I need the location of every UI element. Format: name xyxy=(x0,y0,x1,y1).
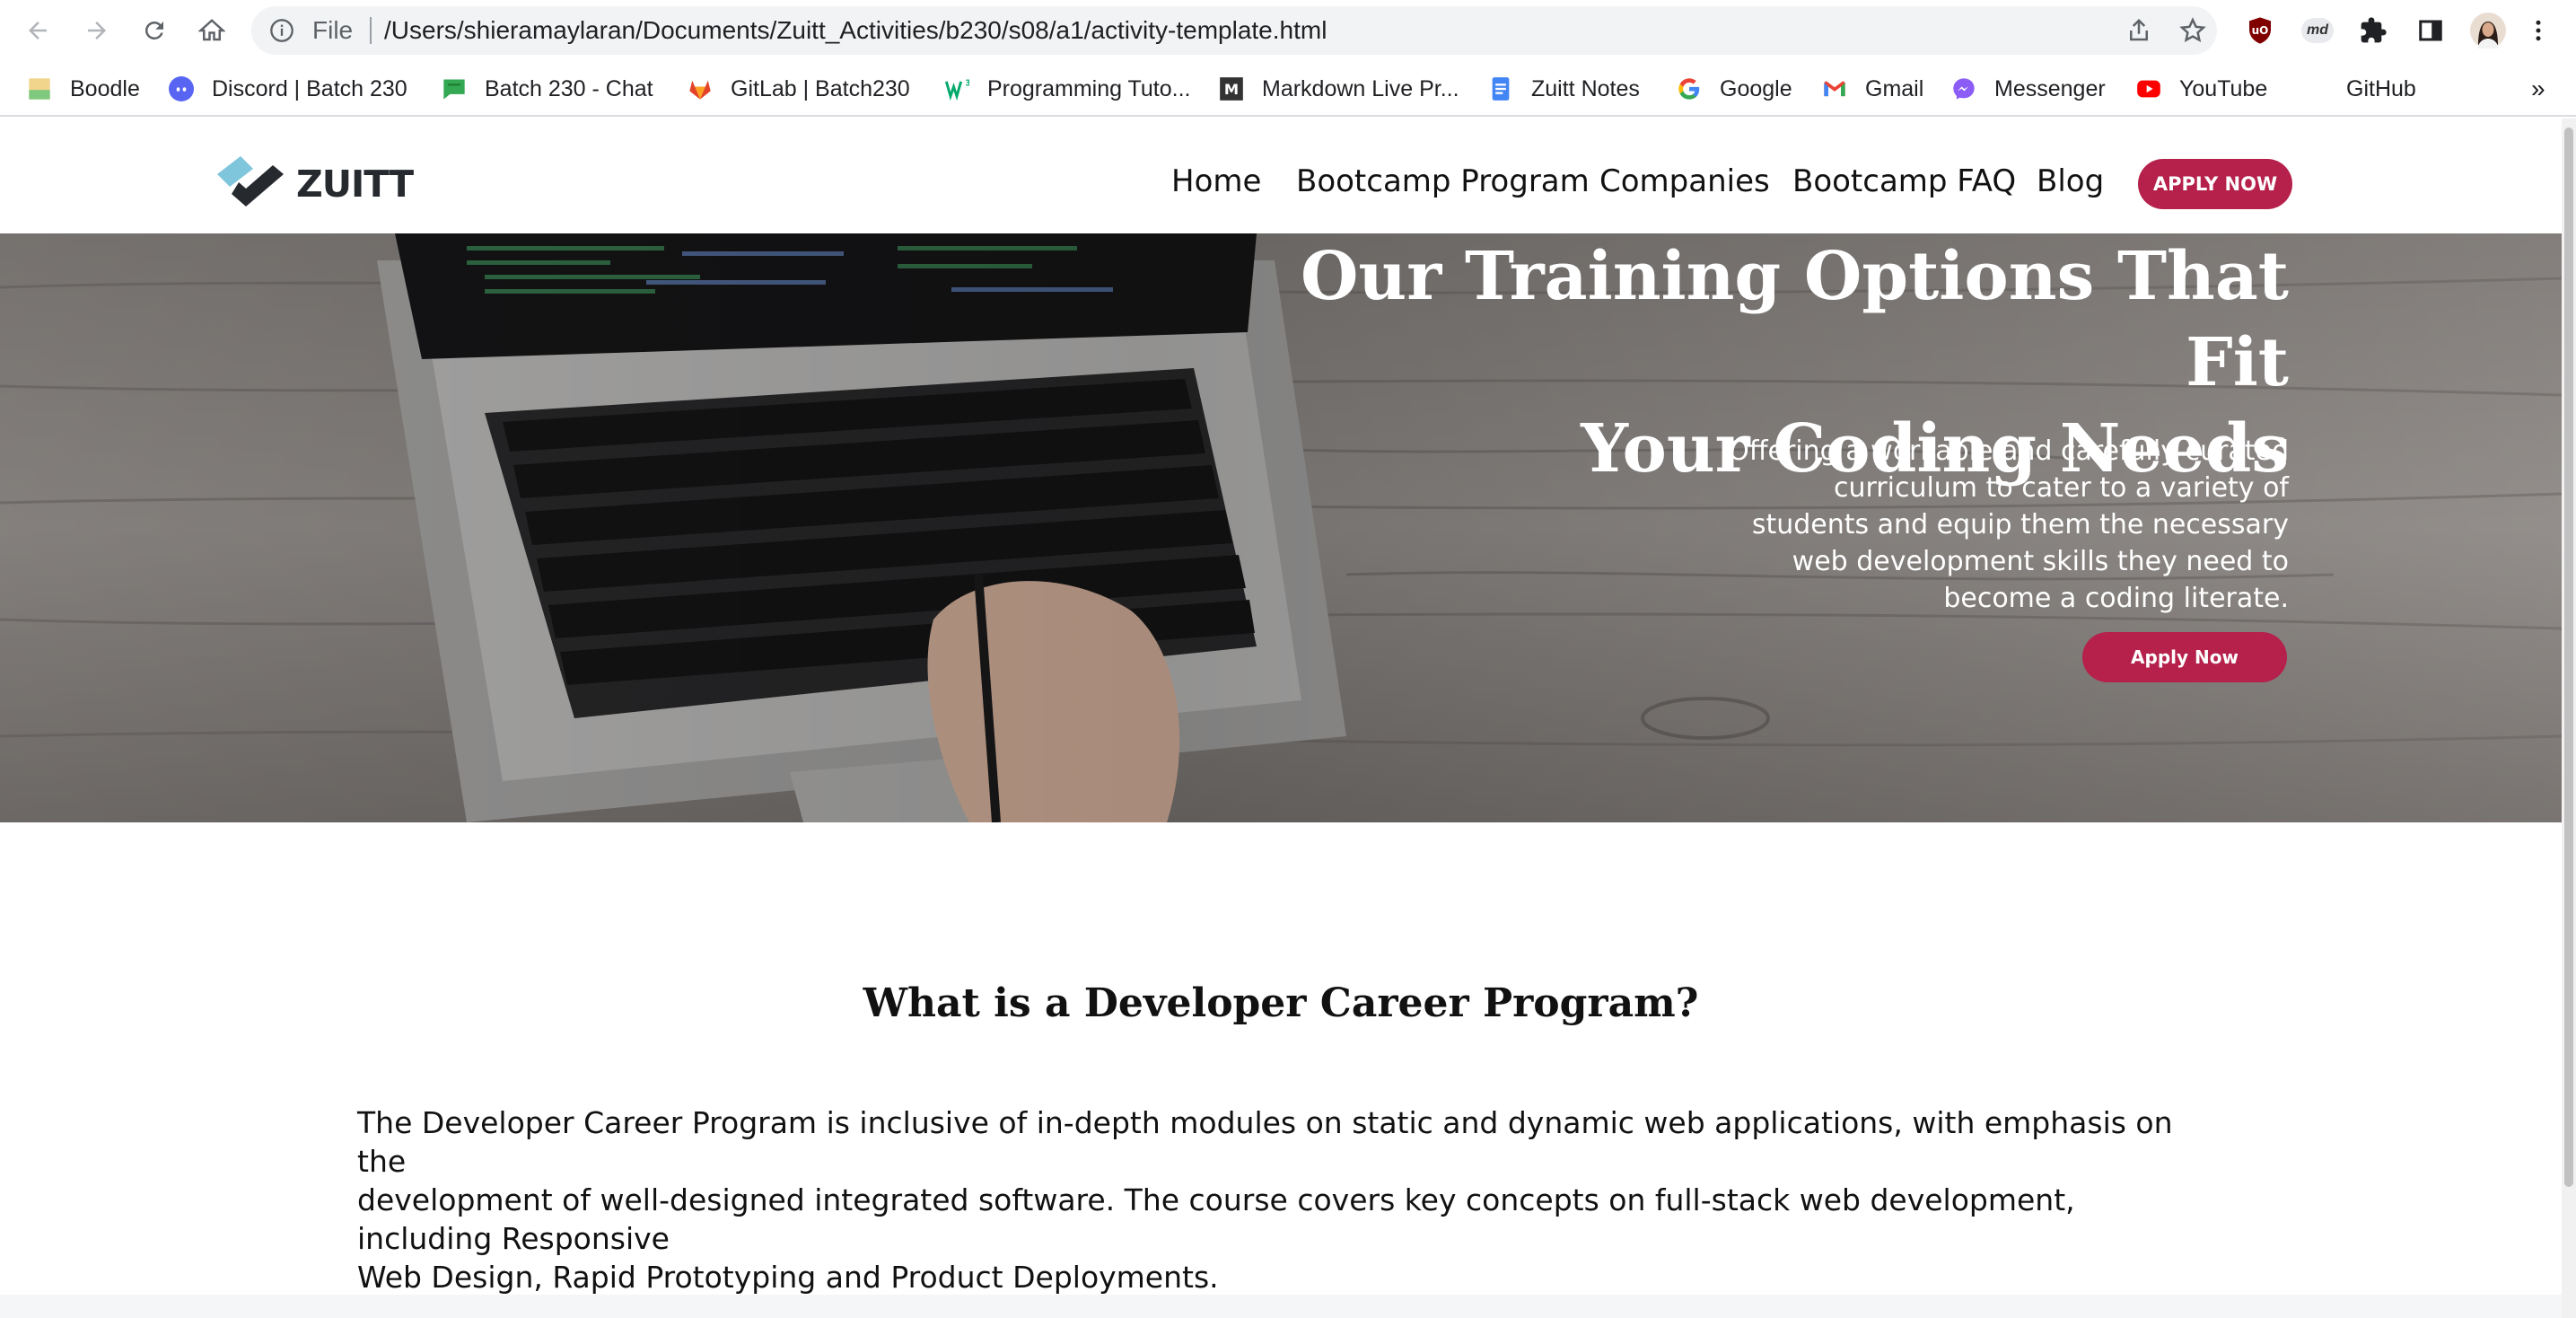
google-icon xyxy=(1678,78,1700,100)
zuitt-logo[interactable]: ZUITT xyxy=(214,154,414,214)
ublock-icon: uO xyxy=(2249,17,2271,44)
md-icon: md xyxy=(2301,18,2334,43)
svg-text:uO: uO xyxy=(2252,24,2269,37)
bookmark-label: Gmail xyxy=(1865,75,1924,101)
home-icon xyxy=(198,19,225,41)
markdown-icon: M xyxy=(1220,77,1243,101)
reload-button[interactable] xyxy=(136,13,172,48)
bookmark-label: Boodle xyxy=(70,75,140,101)
share-icon[interactable] xyxy=(2125,17,2152,44)
bookmark-label: GitHub xyxy=(2346,75,2416,101)
bookmarks-bar: Boodle Discord | Batch 230 Batch 230 - C… xyxy=(0,61,2576,117)
bookmark-label: Messenger xyxy=(1994,75,2106,101)
nav-bootcamp-faq[interactable]: Bootcamp FAQ xyxy=(1792,119,2016,244)
arrow-right-icon xyxy=(88,22,106,40)
home-button[interactable] xyxy=(194,13,230,48)
next-section-edge xyxy=(0,1295,2562,1318)
section-title: What is a Developer Career Program? xyxy=(863,980,1699,1026)
bookmark-label: Google xyxy=(1720,75,1792,101)
url-text[interactable]: /Users/shieramaylaran/Documents/Zuitt_Ac… xyxy=(384,6,1327,55)
avatar xyxy=(2470,13,2506,48)
section-body: The Developer Career Program is inclusiv… xyxy=(357,1105,2173,1295)
boodle-icon xyxy=(29,78,50,100)
gitlab-icon xyxy=(689,80,711,100)
page-viewport: ZUITT Home Bootcamp Program Companies Bo… xyxy=(0,119,2562,1318)
github-icon xyxy=(2303,76,2328,101)
nav-blog[interactable]: Blog xyxy=(2037,119,2104,244)
bookmark-youtube[interactable]: YouTube xyxy=(2136,61,2267,117)
bookmarks-overflow-button[interactable]: » xyxy=(2531,61,2545,117)
bookmark-label: Programming Tuto... xyxy=(987,75,1191,101)
hero-description: Offering a workable and carefully curate… xyxy=(1728,435,2289,614)
arrow-left-icon xyxy=(29,22,47,40)
w3-icon: 3 xyxy=(944,79,969,101)
bookmark-gitlab[interactable]: GitLab | Batch230 xyxy=(688,61,910,117)
bookmark-label: Zuitt Notes xyxy=(1531,75,1640,101)
messenger-icon xyxy=(1953,78,1975,100)
side-panel-button[interactable] xyxy=(2413,13,2449,48)
docs-icon xyxy=(1492,77,1510,101)
more-vertical-icon xyxy=(2536,20,2541,41)
forward-button[interactable] xyxy=(79,13,115,48)
bookmark-github[interactable]: GitHub xyxy=(2303,61,2416,117)
bookmark-programming[interactable]: 3 Programming Tuto... xyxy=(944,61,1190,117)
bookmark-boodle[interactable]: Boodle xyxy=(27,61,140,117)
bookmark-markdown[interactable]: M Markdown Live Pr... xyxy=(1219,61,1459,117)
star-icon[interactable] xyxy=(2179,17,2206,44)
apply-now-hero-button[interactable]: Apply Now xyxy=(2082,632,2287,682)
browser-toolbar: File /Users/shieramaylaran/Documents/Zui… xyxy=(0,0,2576,61)
scrollbar-thumb[interactable] xyxy=(2564,127,2573,1187)
markdown-extension[interactable]: md xyxy=(2300,13,2335,48)
site-navbar: ZUITT Home Bootcamp Program Companies Bo… xyxy=(0,119,2562,233)
side-panel-icon xyxy=(2419,20,2442,41)
hero-banner: Our Training Options That Fit Your Codin… xyxy=(0,233,2562,822)
bookmark-label: Discord | Batch 230 xyxy=(212,75,407,101)
extensions-button[interactable] xyxy=(2355,13,2391,48)
bookmark-label: YouTube xyxy=(2179,75,2268,101)
svg-text:M: M xyxy=(1224,81,1239,98)
bookmark-label: Markdown Live Pr... xyxy=(1262,75,1459,101)
info-icon[interactable] xyxy=(269,18,294,43)
url-divider xyxy=(370,17,372,44)
bookmark-messenger[interactable]: Messenger xyxy=(1951,61,2106,117)
browser-menu-button[interactable] xyxy=(2520,13,2556,48)
svg-text:3: 3 xyxy=(965,79,969,89)
bookmark-label: Batch 230 - Chat xyxy=(485,75,653,101)
url-scheme: File xyxy=(312,16,354,44)
nav-bootcamp-program[interactable]: Bootcamp Program xyxy=(1296,119,1590,244)
reload-icon xyxy=(145,21,163,40)
zuitt-logo-icon xyxy=(217,156,284,206)
logo-text: ZUITT xyxy=(296,163,414,206)
page-scrollbar[interactable] xyxy=(2562,119,2576,1318)
bookmark-google[interactable]: Google xyxy=(1677,61,1792,117)
nav-home[interactable]: Home xyxy=(1171,119,1261,244)
ublock-extension[interactable]: uO xyxy=(2242,13,2278,48)
bookmark-batch-chat[interactable]: Batch 230 - Chat xyxy=(442,61,653,117)
apply-now-nav-button[interactable]: APPLY NOW xyxy=(2138,159,2292,209)
address-bar[interactable]: File /Users/shieramaylaran/Documents/Zui… xyxy=(251,6,2217,55)
bookmark-zuitt-notes[interactable]: Zuitt Notes xyxy=(1488,61,1640,117)
nav-companies[interactable]: Companies xyxy=(1599,119,1770,244)
puzzle-icon xyxy=(2361,17,2387,43)
discord-icon xyxy=(169,76,194,101)
gmail-icon xyxy=(1824,81,1845,97)
back-button[interactable] xyxy=(20,13,56,48)
youtube-icon xyxy=(2137,80,2160,98)
profile-button[interactable] xyxy=(2470,13,2506,48)
bookmark-discord[interactable]: Discord | Batch 230 xyxy=(169,61,407,117)
bookmark-label: GitLab | Batch230 xyxy=(731,75,910,101)
chat-icon xyxy=(443,79,465,100)
bookmark-gmail[interactable]: Gmail xyxy=(1822,61,1923,117)
